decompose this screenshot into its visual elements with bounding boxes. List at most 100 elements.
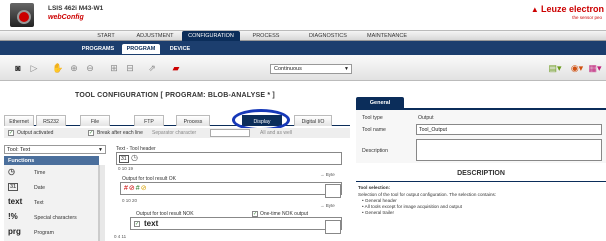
function-list-scrollbar[interactable] [99,165,105,241]
nok-text-value: text [144,219,159,228]
tool-name-input[interactable]: Tool_Output [416,124,602,135]
sensor-image-icon [10,3,34,27]
tab-ethernet[interactable]: Ethernet [4,115,34,126]
clock-icon: ◷ [131,153,138,162]
tool-type-value: Output [418,115,434,121]
app-name: webConfig [48,14,84,21]
description-heading: Tool selection: [358,185,391,190]
tool-select[interactable]: Tool: Text ▼ [4,145,106,154]
capture-mode-select[interactable]: Continuous ▼ [270,64,352,74]
percent-icon: !% [8,212,18,221]
fit-icon[interactable]: ⊞ [108,62,120,74]
export-icon[interactable]: ▦▾ [588,62,602,74]
function-label: Date [34,185,45,191]
byte-label: → Byte [320,172,335,177]
description-title: DESCRIPTION [457,170,505,177]
output-activated-label: Output activated [17,130,54,136]
main-nav: START ADJUSTMENT CONFIGURATION PROCESS D… [0,30,606,41]
toolbar: ◙ ▷ ✋ ⊕ ⊖ ⊞ ⊟ ⇗ ▰ Continuous ▼ ▤▾ ◉▾ ▦▾ [0,55,606,81]
function-label: Special characters [34,215,77,221]
function-item-program[interactable]: prg Program [4,225,99,239]
functions-header: Functions [4,156,99,165]
tool-result-icons: #⊘#⊘ [124,185,148,192]
nav-diagnostics[interactable]: DIAGNOSTICS [302,33,354,39]
brand-slogan: the sensor peo [572,15,602,20]
nok-text-checkbox[interactable]: ✓ [134,221,140,227]
description-text: Selection of the tool for output configu… [358,192,497,197]
output-options: ✓ Output activated ✓ Break after each li… [4,128,350,138]
user-icon[interactable]: ◉▾ [570,62,584,74]
separator-label: Separator character [152,130,197,136]
nav-maintenance[interactable]: MAINTENANCE [360,33,414,39]
ruler-header: 0 10 19 [118,166,134,171]
description-bullet: • General trailer [362,210,394,215]
clock-icon: ◷ [8,167,15,176]
break-line-label: Break after each line [97,130,143,136]
tool-type-label: Tool type [362,115,383,121]
subnav-device[interactable]: DEVICE [163,44,197,54]
flag-icon[interactable]: ▰ [170,62,182,74]
function-label: Program [34,230,54,236]
function-label: Text [34,200,44,206]
nok-side-box[interactable] [325,220,341,234]
tool-name-value: Tool_Output [419,127,447,133]
function-label: Time [34,170,46,176]
nav-configuration[interactable]: CONFIGURATION [182,31,240,41]
chevron-down-icon: ▼ [344,66,349,72]
description-bullet: • All tools except for image acquisition… [362,204,462,209]
ok-output-field[interactable]: #⊘#⊘ [120,182,342,195]
calendar-icon: 31 [8,183,19,191]
calendar-icon: 31 [119,155,129,163]
ruler-nok: 0 4 11 [114,234,127,239]
nok-output-field[interactable]: ✓ text [130,217,342,230]
function-item-text[interactable]: text Text [4,195,99,209]
tab-digital-io[interactable]: Digital I/O [294,115,332,126]
function-item-date[interactable]: 31 Date [4,180,99,194]
nav-start[interactable]: START [86,33,126,39]
separator-input[interactable] [210,129,250,137]
ok-side-box[interactable] [325,184,341,198]
all-as-well-label: All and as well [260,130,292,136]
tab-process[interactable]: Process [176,115,210,126]
device-name: LSIS 462i M43-W1 [48,5,104,12]
capture-mode-value: Continuous [274,66,302,72]
hand-icon[interactable]: ✋ [52,62,64,74]
function-list: ◷ Time 31 Date text Text !% Special characte… [4,165,99,241]
break-line-checkbox[interactable]: ✓ [88,130,94,136]
nav-adjustment[interactable]: ADJUSTMENT [130,33,180,39]
zoom-in-icon[interactable]: ⊕ [68,62,80,74]
tab-general[interactable]: General [356,97,404,108]
description-label: Description [362,148,388,154]
description-bullet: • General header [362,198,397,203]
description-divider [356,181,606,182]
text-icon: text [8,197,23,206]
brand-logo: ▲ Leuze electron [530,4,604,14]
description-input[interactable] [416,139,602,161]
tool-select-value: Tool: Text [7,147,31,153]
program-icon: prg [8,227,21,236]
subnav-program[interactable]: PROGRAM [122,44,160,54]
output-activated-checkbox[interactable]: ✓ [8,130,14,136]
subnav-programs[interactable]: PROGRAMS [76,44,120,54]
function-item-special[interactable]: !% Special characters [4,210,99,224]
play-icon[interactable]: ▷ [28,62,40,74]
tab-file[interactable]: File [80,115,110,126]
zoom-out-icon[interactable]: ⊖ [84,62,96,74]
view-icon[interactable]: ▤▾ [546,62,564,74]
tool-name-label: Tool name [362,127,386,133]
pointer-icon[interactable]: ⇗ [146,62,158,74]
brand-name: Leuze electron [540,4,604,14]
chevron-down-icon: ▼ [98,147,103,153]
ruler-ok: 0 10 20 [122,198,138,203]
grid-icon[interactable]: ⊟ [124,62,136,74]
camera-icon[interactable]: ◙ [12,62,24,74]
sub-nav: PROGRAMS PROGRAM DEVICE [0,41,606,55]
header-field[interactable]: 31 ◷ [116,152,342,165]
byte-label: → Byte [320,203,335,208]
tool-config-title: TOOL CONFIGURATION [ PROGRAM: BLOB-ANALY… [75,92,275,99]
nav-process[interactable]: PROCESS [246,33,286,39]
output-tabs: Ethernet RS232 File FTP Process Display … [4,115,350,126]
tab-ftp[interactable]: FTP [134,115,164,126]
tab-rs232[interactable]: RS232 [36,115,66,126]
function-item-time[interactable]: ◷ Time [4,165,99,179]
